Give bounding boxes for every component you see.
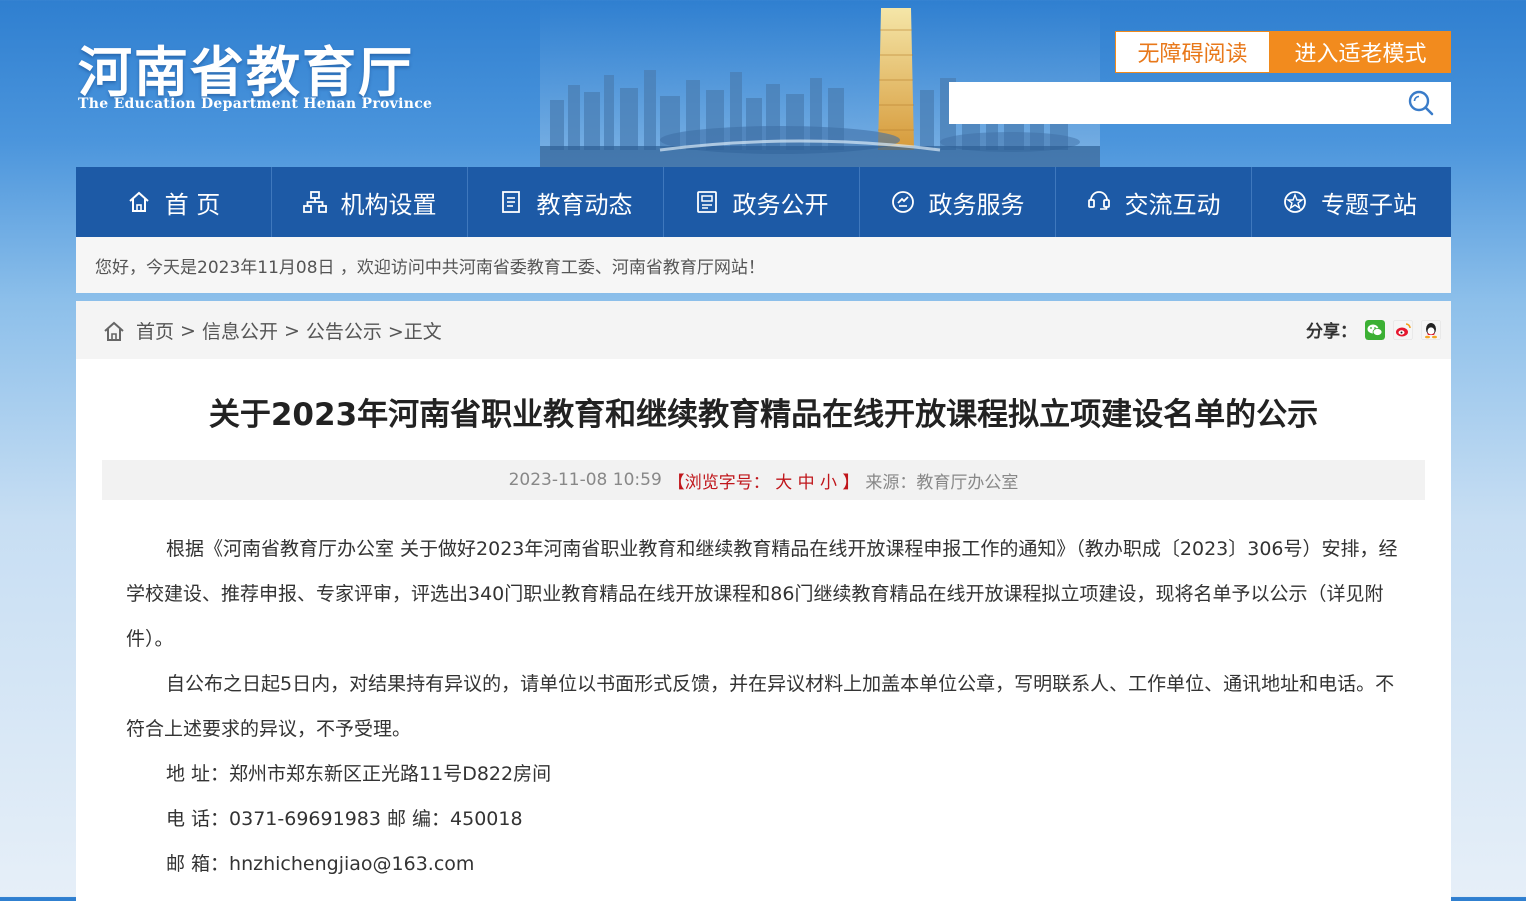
nav-item-label: 专题子站	[1321, 190, 1417, 219]
font-size-medium-button[interactable]: 中	[798, 473, 815, 493]
contact-email: 邮 箱：hnzhichengjiao@163.com	[166, 853, 475, 875]
breadcrumb-separator: >	[283, 319, 300, 342]
article-title: 关于2023年河南省职业教育和继续教育精品在线开放课程拟立项建设名单的公示	[208, 397, 1319, 433]
search-box	[949, 82, 1451, 124]
nav-item-interaction[interactable]: 交流互动	[1056, 167, 1252, 237]
breadcrumb-announcement-link[interactable]: 公告公示	[306, 317, 382, 344]
contact-address: 地 址：郑州市郑东新区正光路11号D822房间	[166, 763, 552, 785]
site-header: 河南省教育厅 The Education Department Henan Pr…	[0, 0, 1526, 168]
search-button[interactable]	[1391, 82, 1451, 124]
org-icon	[302, 191, 327, 213]
breadcrumb-current: >正文	[387, 321, 442, 343]
site-logo-en: The Education Department Henan Province	[78, 96, 433, 112]
article-panel: 首页 > 信息公开 > 公告公示 >正文 分享： 关于2023年河南省职业教育和…	[76, 301, 1451, 901]
weibo-icon[interactable]	[1393, 319, 1413, 340]
publish-datetime: 2023-11-08 10:59	[508, 470, 662, 490]
font-size-label: 【浏览字号：	[667, 472, 770, 493]
nav-item-label: 教育动态	[536, 190, 633, 219]
nav-item-education-news[interactable]: 教育动态	[468, 167, 664, 237]
font-size-large-button[interactable]: 大	[775, 473, 792, 493]
chat-icon	[1087, 191, 1110, 210]
doc-icon	[696, 191, 717, 213]
nav-item-label: 机构设置	[340, 190, 437, 219]
topic-icon	[1284, 191, 1306, 213]
news-icon	[501, 191, 520, 213]
search-icon	[1408, 90, 1434, 116]
contact-phone: 电 话：0371-69691983 邮 编：450018	[166, 808, 523, 830]
breadcrumb-info-public-link[interactable]: 信息公开	[202, 317, 278, 344]
accessible-reading-button[interactable]: 无障碍阅读	[1115, 31, 1270, 73]
nav-item-label: 首 页	[164, 190, 221, 219]
breadcrumb-bar: 首页 > 信息公开 > 公告公示 >正文 分享：	[76, 301, 1451, 359]
article-paragraph: 根据《河南省教育厅办公室 关于做好2023年河南省职业教育和继续教育精品在线开放…	[126, 538, 1398, 650]
font-size-close: 】	[842, 472, 860, 493]
main-nav: 首 页 机构设置 教育动态 政务公开 政务服务 交流互动 专题子站	[76, 167, 1451, 237]
nav-item-label: 交流互动	[1124, 190, 1221, 219]
elder-mode-button[interactable]: 进入适老模式	[1270, 31, 1451, 73]
article-meta: 2023-11-08 10:59 【浏览字号： 大 中 小 】 来源：教育厅办公…	[102, 460, 1425, 500]
breadcrumb: 首页 > 信息公开 > 公告公示 >正文	[102, 317, 442, 344]
font-size-control: 【浏览字号： 大 中 小 】	[668, 468, 860, 493]
nav-item-home[interactable]: 首 页	[76, 167, 272, 237]
article-source: 来源：教育厅办公室	[865, 472, 1019, 493]
home-icon	[129, 191, 149, 212]
share-label: 分享：	[1306, 322, 1357, 342]
breadcrumb-home-link[interactable]: 首页	[136, 317, 174, 344]
nav-item-label: 政务服务	[928, 190, 1025, 219]
share-bar: 分享：	[1306, 317, 1441, 342]
nav-item-label: 政务公开	[732, 190, 829, 219]
nav-item-organization[interactable]: 机构设置	[272, 167, 468, 237]
wechat-icon[interactable]	[1365, 319, 1385, 340]
service-icon	[891, 191, 914, 213]
home-icon	[104, 321, 124, 341]
article-paragraph: 自公布之日起5日内，对结果持有异议的，请单位以书面形式反馈，并在异议材料上加盖本…	[126, 673, 1395, 740]
qq-icon[interactable]	[1421, 319, 1441, 340]
nav-item-government-service[interactable]: 政务服务	[860, 167, 1056, 237]
breadcrumb-separator: >	[180, 319, 196, 342]
welcome-bar: 您好，今天是2023年11月08日 ，欢迎访问中共河南省委教育工委、河南省教育厅…	[76, 237, 1451, 293]
article-body: 根据《河南省教育厅办公室 关于做好2023年河南省职业教育和继续教育精品在线开放…	[126, 527, 1401, 887]
font-size-small-button[interactable]: 小	[820, 473, 837, 493]
nav-item-topic-sites[interactable]: 专题子站	[1252, 167, 1448, 237]
search-input[interactable]	[949, 82, 1389, 124]
nav-item-government-affairs[interactable]: 政务公开	[664, 167, 860, 237]
